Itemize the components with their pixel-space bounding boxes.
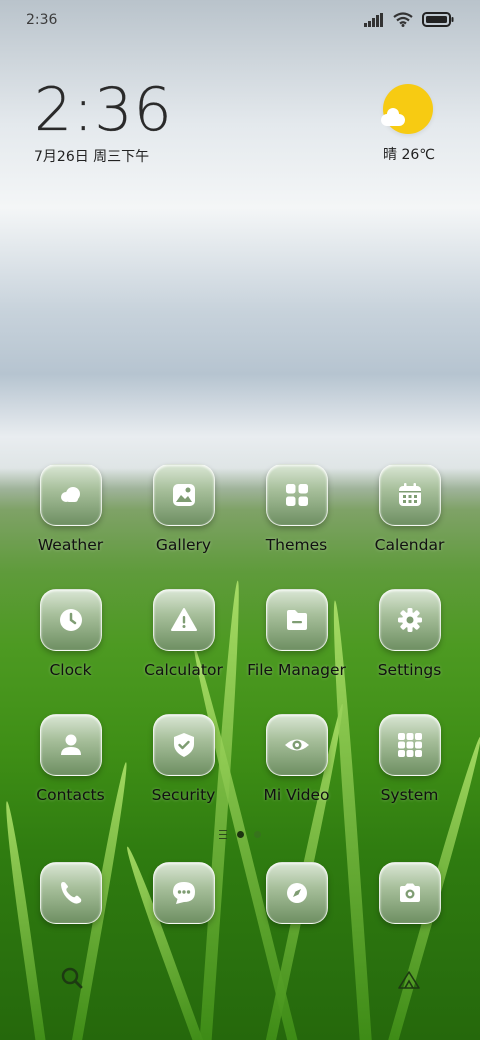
mi-logo-icon[interactable] — [396, 968, 424, 990]
app-weather[interactable]: Weather — [14, 464, 127, 554]
gallery-icon — [172, 484, 195, 506]
app-system-folder[interactable]: System — [353, 714, 466, 804]
calendar-icon — [398, 483, 421, 506]
battery-icon — [422, 12, 454, 27]
person-icon — [60, 734, 81, 755]
weather-icon — [60, 487, 80, 502]
folder-icon — [286, 610, 307, 630]
app-label: Security — [151, 786, 216, 804]
compass-icon — [286, 883, 307, 903]
app-file-manager[interactable]: File Manager — [240, 589, 353, 679]
signal-icon — [364, 12, 383, 27]
app-label: Gallery — [155, 536, 212, 554]
camera-icon — [399, 883, 420, 902]
folder-grid-icon — [397, 733, 422, 757]
app-label: Calculator — [144, 661, 223, 679]
wifi-icon — [393, 12, 413, 27]
sunny-with-cloud-icon — [381, 84, 435, 136]
widget-time: 2:36 — [34, 75, 173, 145]
app-security[interactable]: Security — [127, 714, 240, 804]
app-settings[interactable]: Settings — [353, 589, 466, 679]
app-drawer-indicator-icon — [219, 830, 227, 839]
app-mi-video[interactable]: Mi Video — [240, 714, 353, 804]
eye-icon — [284, 739, 309, 751]
weather-widget[interactable]: 晴 26℃ — [374, 84, 444, 164]
status-bar: 2:36 — [0, 0, 480, 42]
message-icon — [172, 882, 195, 904]
gear-icon — [397, 608, 422, 632]
app-label: Clock — [49, 661, 92, 679]
status-time: 2:36 — [26, 12, 58, 28]
shield-icon — [173, 733, 194, 757]
dock-browser[interactable] — [240, 862, 353, 924]
dock-phone[interactable] — [14, 862, 127, 924]
phone-icon — [60, 882, 81, 904]
clock-icon — [59, 609, 82, 631]
app-label: System — [380, 786, 439, 804]
app-label: File Manager — [247, 661, 346, 679]
clock-widget[interactable]: 2:36 7月26日 周三下午 — [34, 78, 173, 166]
app-clock[interactable]: Clock — [14, 589, 127, 679]
app-contacts[interactable]: Contacts — [14, 714, 127, 804]
app-label: Themes — [265, 536, 328, 554]
dock-camera[interactable] — [353, 862, 466, 924]
themes-icon — [285, 484, 308, 506]
page-indicator[interactable] — [0, 830, 480, 839]
page-dot-active — [237, 831, 244, 838]
app-label: Mi Video — [263, 786, 330, 804]
app-label: Weather — [37, 536, 104, 554]
dock-messages[interactable] — [127, 862, 240, 924]
page-dot — [254, 831, 261, 838]
widget-date: 7月26日 周三下午 — [34, 149, 150, 165]
app-calculator[interactable]: Calculator — [127, 589, 240, 679]
app-label: Contacts — [36, 786, 105, 804]
weather-summary: 晴 26℃ — [383, 147, 435, 163]
app-calendar[interactable]: Calendar — [353, 464, 466, 554]
app-label: Calendar — [374, 536, 445, 554]
app-label: Settings — [377, 661, 442, 679]
search-icon[interactable] — [60, 966, 84, 990]
app-themes[interactable]: Themes — [240, 464, 353, 554]
warning-icon — [170, 608, 197, 631]
app-gallery[interactable]: Gallery — [127, 464, 240, 554]
